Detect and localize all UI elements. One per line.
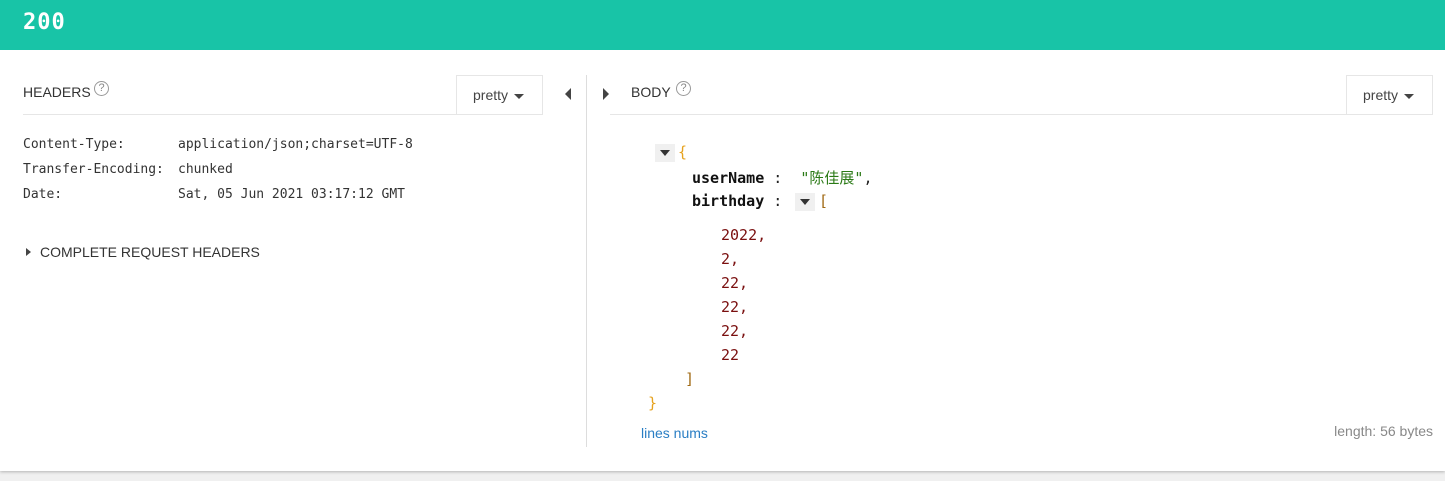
expand-right-icon[interactable]	[603, 88, 609, 100]
header-row: Date: Sat, 05 Jun 2021 03:17:12 GMT	[23, 187, 405, 202]
json-array-item: 22,	[721, 298, 749, 316]
json-open-brace: {	[678, 143, 688, 161]
chevron-down-icon	[1404, 93, 1415, 99]
json-comma: ,	[863, 169, 873, 187]
json-close-brace: }	[648, 394, 658, 412]
header-key: Transfer-Encoding:	[23, 162, 164, 177]
lines-nums-link[interactable]: lines nums	[641, 425, 708, 441]
header-row: Content-Type: application/json;charset=UT…	[23, 137, 413, 152]
header-value: Sat, 05 Jun 2021 03:17:12 GMT	[178, 187, 405, 202]
complete-request-headers-toggle[interactable]: COMPLETE REQUEST HEADERS	[26, 244, 260, 260]
json-array-item: 2022,	[721, 226, 767, 244]
json-colon: :	[773, 192, 783, 210]
help-circle-icon[interactable]: ?	[676, 81, 691, 96]
collapse-left-icon[interactable]	[565, 88, 571, 100]
json-array-item: 22,	[721, 322, 749, 340]
json-open-bracket: [	[819, 192, 829, 210]
chevron-down-icon	[514, 93, 525, 99]
headers-rule	[23, 114, 543, 115]
json-array-item: 2,	[721, 250, 740, 268]
response-card: 200 HEADERS ? pretty Content-Type: applic…	[0, 0, 1445, 471]
header-key: Content-Type:	[23, 137, 125, 152]
body-format-dropdown[interactable]: pretty	[1346, 75, 1433, 114]
pane-divider[interactable]	[586, 75, 587, 447]
headers-format-label: pretty	[473, 87, 509, 103]
header-row: Transfer-Encoding: chunked	[23, 162, 233, 177]
header-value: chunked	[178, 162, 233, 177]
status-bar: 200	[0, 0, 1445, 50]
body-length: length: 56 bytes	[1334, 423, 1433, 439]
collapse-array-icon[interactable]	[795, 193, 815, 211]
json-key: birthday	[692, 192, 765, 210]
body-rule	[610, 114, 1433, 115]
json-array-item: 22	[721, 346, 740, 364]
json-colon: :	[773, 169, 783, 187]
json-field-birthday: birthday :	[692, 192, 782, 210]
headers-format-dropdown[interactable]: pretty	[456, 75, 543, 114]
json-field-username: userName : "陈佳展",	[692, 167, 872, 188]
status-code: 200	[23, 10, 66, 35]
json-string-value: "陈佳展"	[800, 169, 864, 187]
header-key: Date:	[23, 187, 63, 202]
collapse-object-icon[interactable]	[655, 144, 675, 162]
json-key: userName	[692, 169, 765, 187]
body-format-label: pretty	[1363, 87, 1399, 103]
caret-right-icon	[26, 248, 31, 256]
help-circle-icon[interactable]: ?	[94, 81, 109, 96]
header-value: application/json;charset=UTF-8	[178, 137, 413, 152]
body-title: BODY	[631, 84, 671, 100]
headers-title: HEADERS	[23, 84, 91, 100]
complete-request-headers-label: COMPLETE REQUEST HEADERS	[40, 244, 260, 260]
json-array-item: 22,	[721, 274, 749, 292]
json-close-bracket: ]	[685, 370, 695, 388]
